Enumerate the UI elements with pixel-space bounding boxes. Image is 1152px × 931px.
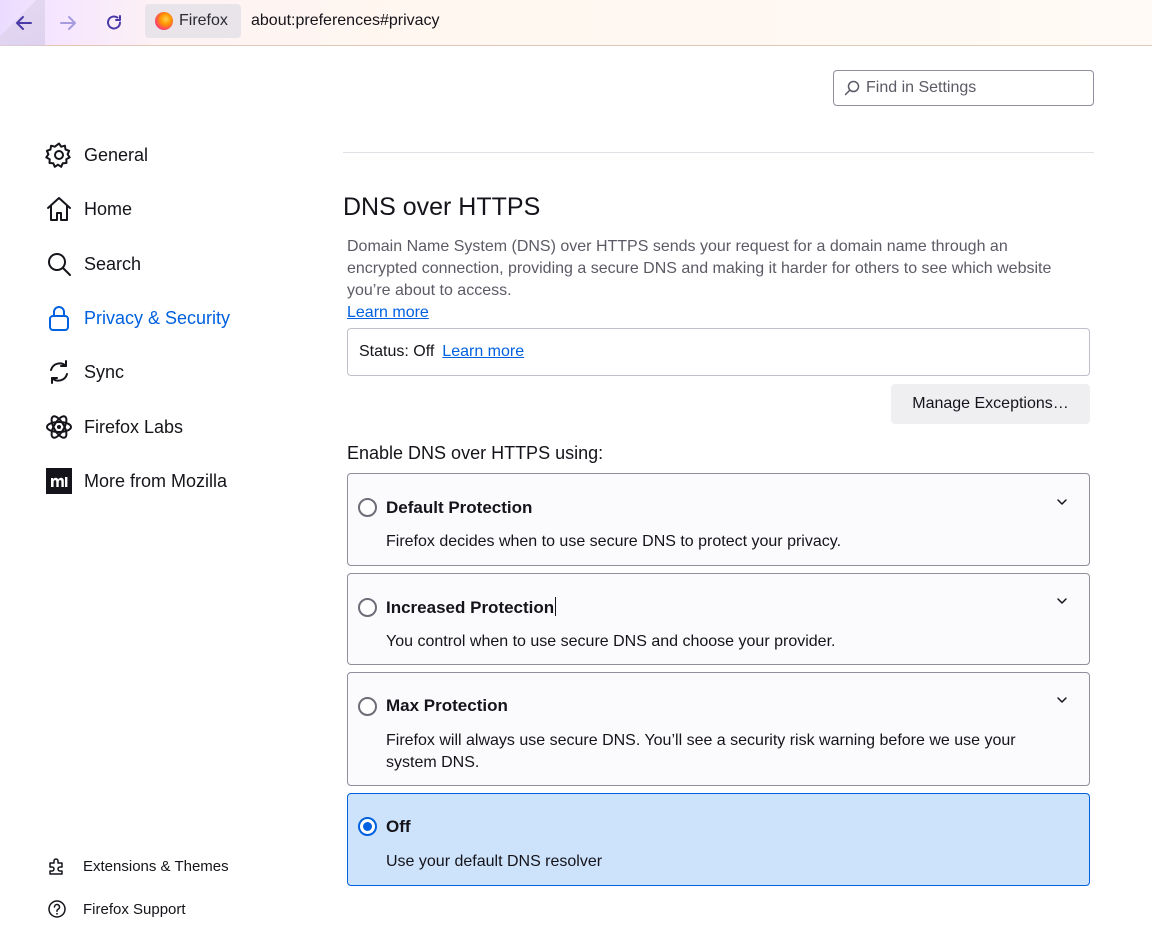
- dns-description: Domain Name System (DNS) over HTTPS send…: [347, 238, 1052, 299]
- firefox-logo-icon: [155, 12, 173, 30]
- radio-increased-protection[interactable]: [358, 598, 377, 617]
- sync-icon: [50, 360, 68, 384]
- sidebar-item-firefox-labs[interactable]: Firefox Labs: [45, 410, 183, 444]
- radio-max-protection[interactable]: [358, 697, 377, 716]
- option-description: Firefox will always use secure DNS. You’…: [386, 732, 1016, 771]
- page-title: DNS over HTTPS: [343, 193, 541, 221]
- text-caret: [555, 597, 557, 616]
- browser-toolbar: Firefox about:preferences#privacy: [0, 0, 1152, 46]
- sidebar-item-search[interactable]: Search: [45, 247, 141, 281]
- find-in-settings[interactable]: [833, 70, 1094, 106]
- chevron-down-icon[interactable]: [1055, 495, 1069, 509]
- help-icon: [48, 900, 66, 918]
- sidebar-item-privacy-security[interactable]: Privacy & Security: [45, 301, 230, 335]
- sidebar-item-label: Firefox Labs: [84, 416, 184, 437]
- sidebar-item-label: Home: [84, 198, 133, 219]
- url-bar[interactable]: about:preferences#privacy: [251, 12, 440, 30]
- mozilla-icon: [46, 468, 72, 494]
- back-button[interactable]: [8, 7, 40, 39]
- option-title: Max Protection: [386, 696, 508, 715]
- option-max-protection[interactable]: Max Protection Firefox will always use s…: [347, 672, 1090, 786]
- lock-icon: [49, 306, 69, 331]
- sidebar-footer-label: Extensions & Themes: [83, 857, 229, 875]
- site-identity-button[interactable]: Firefox: [145, 4, 241, 38]
- forward-button[interactable]: [52, 7, 84, 39]
- sidebar-footer-label: Firefox Support: [83, 900, 186, 918]
- sidebar-item-label: Search: [84, 253, 142, 274]
- back-arrow-icon: [16, 16, 32, 30]
- sidebar-item-extensions-themes[interactable]: Extensions & Themes: [47, 856, 229, 876]
- search-icon: [844, 80, 860, 96]
- option-description: You control when to use secure DNS and c…: [386, 633, 836, 650]
- manage-exceptions-button[interactable]: Manage Exceptions…: [891, 384, 1090, 424]
- sidebar-item-home[interactable]: Home: [45, 192, 132, 226]
- enable-dns-label: Enable DNS over HTTPS using:: [347, 443, 604, 463]
- puzzle-icon: [49, 858, 63, 875]
- sidebar-item-label: Privacy & Security: [84, 307, 231, 328]
- sidebar-item-sync[interactable]: Sync: [45, 355, 124, 389]
- forward-arrow-icon: [60, 16, 76, 30]
- sidebar-item-firefox-support[interactable]: Firefox Support: [47, 899, 186, 919]
- gear-icon: [45, 142, 71, 168]
- radio-off[interactable]: [358, 817, 377, 836]
- reload-button[interactable]: [98, 7, 130, 39]
- radio-default-protection[interactable]: [358, 498, 377, 517]
- sidebar-item-label: General: [84, 144, 149, 165]
- option-title-text: Increased Protection: [386, 598, 555, 617]
- search-input[interactable]: [866, 79, 1086, 97]
- option-increased-protection[interactable]: Increased Protection You control when to…: [347, 573, 1090, 665]
- learn-more-link[interactable]: Learn more: [347, 304, 429, 322]
- atom-icon: [46, 415, 72, 439]
- option-off[interactable]: Off Use your default DNS resolver: [347, 793, 1090, 886]
- chevron-down-icon[interactable]: [1055, 594, 1069, 608]
- home-icon: [47, 197, 71, 221]
- option-description: Firefox decides when to use secure DNS t…: [386, 533, 842, 550]
- option-title: Increased Protection: [386, 597, 557, 618]
- option-title: Default Protection: [386, 498, 533, 517]
- section-divider: [343, 152, 1094, 153]
- chevron-down-icon[interactable]: [1055, 693, 1069, 707]
- identity-label: Firefox: [179, 12, 228, 29]
- status-box: Status: Off Learn more: [347, 328, 1090, 376]
- sidebar-item-label: Sync: [84, 361, 125, 382]
- sidebar-item-label: More from Mozilla: [84, 470, 228, 491]
- sidebar-item-general[interactable]: General: [45, 138, 148, 172]
- option-default-protection[interactable]: Default Protection Firefox decides when …: [347, 473, 1090, 566]
- sidebar-item-more-from-mozilla[interactable]: More from Mozilla: [45, 464, 227, 498]
- option-description: Use your default DNS resolver: [386, 853, 603, 870]
- search-icon: [48, 253, 71, 276]
- reload-icon: [107, 15, 121, 30]
- status-text: Status: Off: [359, 343, 435, 360]
- status-learn-more-link[interactable]: Learn more: [442, 343, 524, 361]
- option-title: Off: [386, 817, 411, 836]
